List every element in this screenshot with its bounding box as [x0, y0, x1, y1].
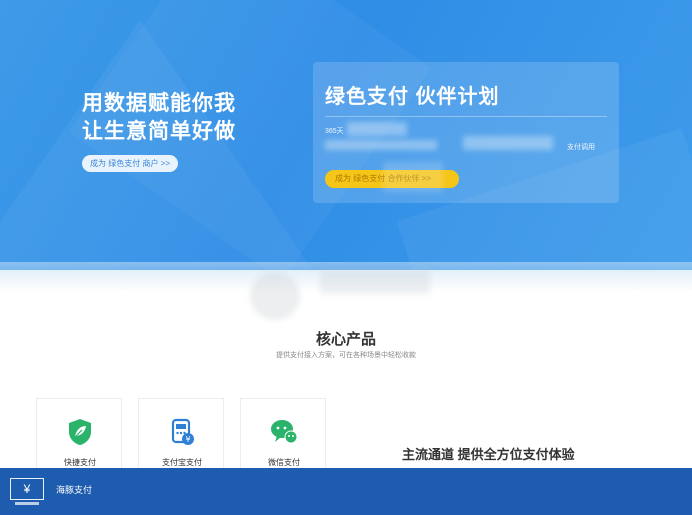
panel-description-suffix: 支付调用: [567, 144, 595, 151]
blurred-icon: [250, 272, 300, 320]
blurred-text: [320, 270, 430, 294]
core-products-subtitle: 提供支付接入方案，可在各种场景中轻松收款: [276, 352, 416, 359]
brand-name[interactable]: 海豚支付: [56, 483, 92, 496]
panel-divider: [325, 116, 607, 117]
wechat-bubble-icon: [271, 420, 298, 444]
svg-text:¥: ¥: [185, 435, 190, 444]
shield-leaf-icon: [69, 419, 91, 445]
taskbar-footer: ¥ 海豚支付: [0, 468, 692, 515]
core-products-title: 核心产品: [315, 331, 376, 348]
payment-logo-icon[interactable]: ¥: [10, 478, 44, 505]
product-label: 快捷支付: [64, 458, 96, 467]
hero-slogan: 用数据赋能你我 让生意简单好做: [82, 90, 236, 146]
product-label: 微信支付: [268, 458, 300, 467]
partner-plan-panel: 绿色支付 伙伴计划 365天 支付调用 成为 绿色支付 合作伙伴 >>: [313, 62, 619, 203]
channel-tagline: 主流通道 提供全方位支付体验: [402, 447, 575, 462]
become-merchant-link[interactable]: 成为 绿色支付 商户 >>: [82, 155, 179, 172]
blurred-text: [347, 122, 407, 136]
panel-description-prefix: 365天: [325, 128, 344, 135]
product-label: 支付宝支付: [162, 458, 202, 467]
partner-plan-title: 绿色支付 伙伴计划: [325, 86, 500, 108]
payment-terminal-icon: ¥: [171, 418, 194, 445]
blurred-overlay: [383, 162, 443, 192]
slogan-line-1: 用数据赋能你我: [82, 92, 236, 115]
hero-banner: 用数据赋能你我 让生意简单好做 成为 绿色支付 商户 >> 绿色支付 伙伴计划 …: [0, 0, 692, 270]
slogan-line-2: 让生意简单好做: [82, 120, 236, 143]
